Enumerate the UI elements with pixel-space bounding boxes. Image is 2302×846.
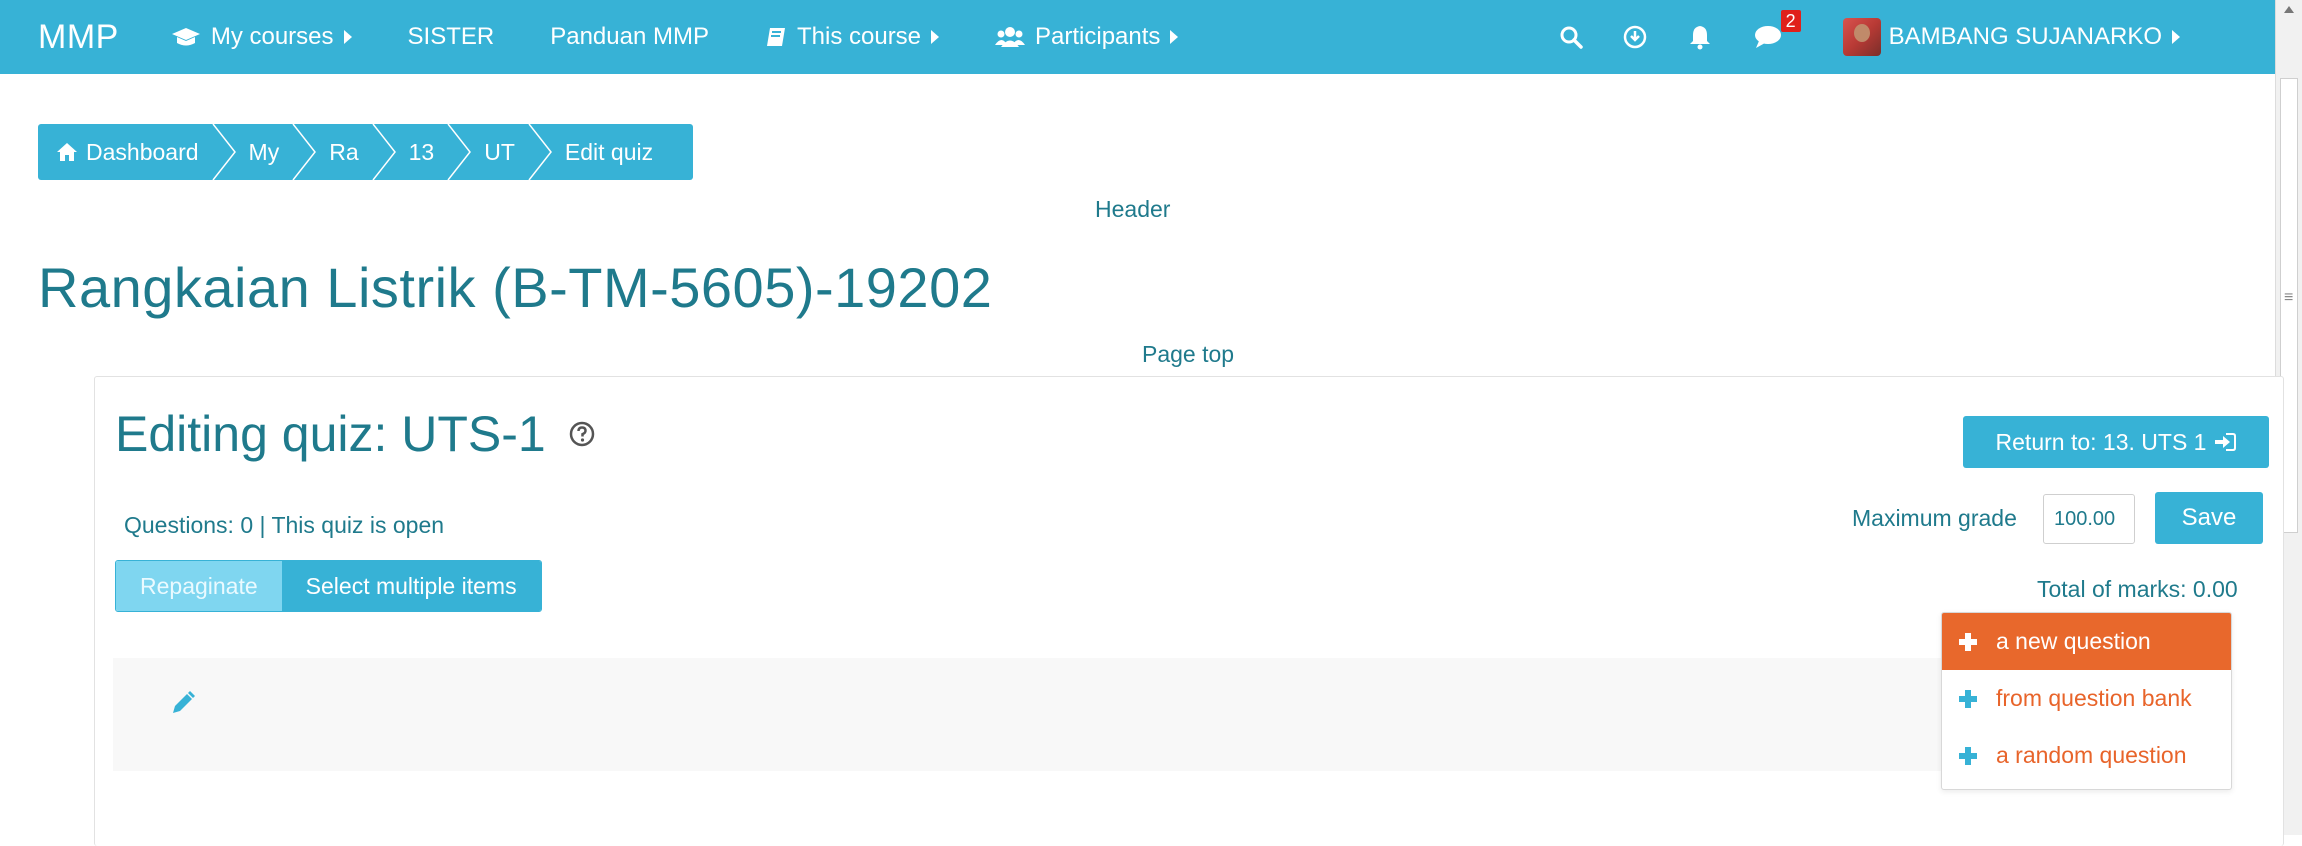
breadcrumb-ra[interactable]: Ra — [329, 139, 358, 166]
chat-bubble-icon[interactable]: 2 — [1753, 10, 1801, 50]
scroll-up-arrow-icon[interactable] — [2284, 6, 2294, 13]
return-to-quiz-button[interactable]: Return to: 13. UTS 1 — [1963, 416, 2269, 468]
nav-sister-label: SISTER — [407, 23, 495, 50]
menu-item-random-question[interactable]: a random question — [1942, 727, 2231, 784]
caret-right-icon — [343, 30, 352, 44]
total-marks: Total of marks: 0.00 — [2037, 576, 2238, 602]
breadcrumb-my[interactable]: My — [249, 139, 280, 166]
menu-item-label: from question bank — [1996, 685, 2192, 711]
max-grade-input[interactable] — [2043, 494, 2135, 544]
avatar — [1842, 18, 1881, 56]
caret-right-icon — [1170, 30, 1179, 44]
breadcrumb-separator-icon — [291, 124, 317, 180]
site-brand[interactable]: MMP — [38, 18, 119, 57]
breadcrumb: Dashboard My Ra 13 UT Edit quiz — [38, 124, 694, 180]
quiz-title-text: Editing quiz: UTS-1 — [115, 406, 546, 462]
nav-sister[interactable]: SISTER — [408, 23, 495, 51]
return-button-label: Return to: 13. UTS 1 — [1995, 428, 2207, 455]
home-icon — [56, 142, 78, 162]
menu-item-new-question[interactable]: a new question — [1942, 613, 2231, 670]
nav-panduan-mmp[interactable]: Panduan MMP — [550, 23, 709, 51]
nav-participants[interactable]: Participants — [995, 23, 1179, 51]
max-grade-label: Maximum grade — [1852, 505, 2017, 531]
breadcrumb-separator-icon — [527, 124, 553, 180]
user-menu[interactable]: BAMBANG SUJANARKO — [1842, 18, 2180, 56]
search-icon[interactable] — [1559, 25, 1583, 49]
download-circle-icon[interactable] — [1623, 25, 1647, 49]
breadcrumb-separator-icon — [211, 124, 237, 180]
help-circle-icon[interactable] — [568, 420, 596, 448]
nav-this-course-label: This course — [796, 23, 922, 50]
caret-right-icon — [931, 30, 940, 44]
pencil-icon[interactable] — [170, 690, 196, 721]
breadcrumb-separator-icon — [446, 124, 472, 180]
menu-item-label: a random question — [1996, 742, 2187, 768]
plus-icon — [1958, 746, 1978, 766]
nav-my-courses-label: My courses — [210, 23, 334, 50]
quiz-section-area — [113, 658, 1949, 771]
save-button[interactable]: Save — [2155, 492, 2263, 544]
navbar-right: 2 BAMBANG SUJANARKO — [1519, 0, 2180, 74]
menu-item-label: a new question — [1996, 628, 2151, 654]
page-title: Rangkaian Listrik (B-TM-5605)-19202 — [38, 256, 993, 319]
breadcrumb-ut[interactable]: UT — [484, 139, 515, 166]
message-count-badge: 2 — [1780, 10, 1801, 32]
breadcrumb-label: Dashboard — [86, 138, 199, 165]
breadcrumb-edit-quiz[interactable]: Edit quiz — [565, 139, 653, 166]
quiz-action-buttons: Repaginate Select multiple items — [115, 560, 542, 612]
caret-right-icon — [2172, 30, 2180, 44]
users-icon — [995, 26, 1026, 48]
add-question-menu: a new question from question bank a rand… — [1941, 612, 2232, 790]
sign-in-icon — [2214, 432, 2237, 452]
quiz-title: Editing quiz: UTS-1 — [115, 405, 596, 463]
breadcrumb-dashboard[interactable]: Dashboard — [56, 139, 199, 166]
user-name: BAMBANG SUJANARKO — [1888, 23, 2162, 50]
nav-this-course[interactable]: This course — [765, 23, 940, 51]
questions-status: Questions: 0 | This quiz is open — [124, 512, 445, 538]
menu-item-from-question-bank[interactable]: from question bank — [1942, 670, 2231, 727]
plus-icon — [1958, 632, 1978, 652]
select-multiple-items-button[interactable]: Select multiple items — [281, 561, 541, 611]
header-region-label: Header — [1095, 196, 1171, 222]
plus-icon — [1958, 689, 1978, 709]
nav-panduan-label: Panduan MMP — [550, 23, 709, 50]
graduation-cap-icon — [171, 26, 201, 48]
bell-icon[interactable] — [1687, 24, 1713, 50]
breadcrumb-separator-icon — [371, 124, 397, 180]
nav-participants-label: Participants — [1035, 23, 1161, 50]
book-icon — [765, 26, 787, 48]
page-top-region-label: Page top — [1142, 341, 1235, 367]
top-navbar: MMP My courses SISTER Panduan MMP This c… — [0, 0, 2275, 74]
repaginate-button[interactable]: Repaginate — [116, 561, 282, 611]
nav-my-courses[interactable]: My courses — [171, 23, 352, 51]
breadcrumb-13[interactable]: 13 — [409, 139, 435, 166]
